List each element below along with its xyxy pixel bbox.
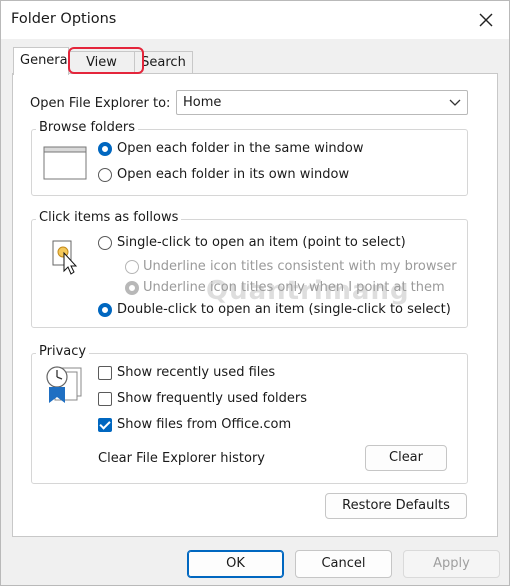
window-title: Folder Options [11, 11, 117, 27]
folder-options-window: Folder Options General View Search Open … [0, 0, 510, 586]
restore-defaults-button[interactable]: Restore Defaults [325, 493, 467, 519]
cancel-button[interactable]: Cancel [295, 550, 392, 578]
clear-button[interactable]: Clear [365, 445, 447, 471]
radio-own-window[interactable] [98, 168, 112, 182]
view-tab-highlight [68, 47, 144, 74]
browse-folders-group [31, 129, 468, 196]
open-explorer-select[interactable]: Home [176, 90, 468, 115]
radio-same-window[interactable] [98, 142, 112, 156]
open-explorer-value: Home [183, 95, 222, 110]
single-click-label: Single-click to open an item (point to s… [117, 235, 406, 250]
frequent-folders-label: Show frequently used folders [117, 391, 308, 406]
privacy-icon [46, 366, 82, 403]
ok-button[interactable]: OK [187, 550, 284, 578]
underline-browser-label: Underline icon titles consistent with my… [143, 259, 457, 274]
click-items-title: Click items as follows [36, 210, 182, 225]
clear-history-label: Clear File Explorer history [98, 451, 265, 466]
chevron-down-icon [449, 99, 461, 106]
check-office-files[interactable] [98, 418, 112, 432]
title-bar: Folder Options [1, 1, 509, 39]
radio-underline-browser[interactable] [125, 260, 139, 274]
office-files-label: Show files from Office.com [117, 417, 292, 432]
radio-single-click[interactable] [98, 236, 112, 250]
check-frequent-folders[interactable] [98, 392, 112, 406]
check-recent-files[interactable] [98, 366, 112, 380]
apply-button[interactable]: Apply [403, 550, 500, 578]
watermark: Quantrimang [206, 276, 410, 306]
radio-double-click[interactable] [98, 303, 112, 317]
privacy-title: Privacy [36, 344, 90, 359]
own-window-label: Open each folder in its own window [117, 167, 350, 182]
radio-underline-point[interactable] [125, 281, 139, 295]
open-explorer-label: Open File Explorer to: [30, 96, 171, 111]
recent-files-label: Show recently used files [117, 365, 276, 380]
tab-general[interactable]: General [13, 47, 71, 75]
browse-folders-title: Browse folders [36, 120, 138, 135]
window-icon [43, 146, 87, 180]
close-icon[interactable] [473, 7, 499, 33]
click-item-icon [52, 240, 78, 275]
same-window-label: Open each folder in the same window [117, 141, 364, 156]
